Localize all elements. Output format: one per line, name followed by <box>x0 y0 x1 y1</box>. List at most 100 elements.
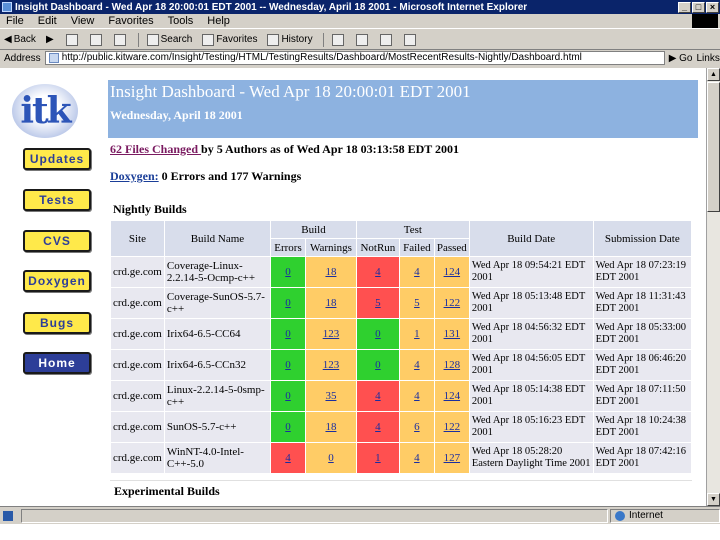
failed-cell[interactable]: 5 <box>399 288 434 318</box>
print-button[interactable] <box>355 33 370 46</box>
status-bar: Internet <box>0 506 720 524</box>
table-row: crd.ge.com Irix64-6.5-CC64 0 123 0 1 131… <box>111 319 691 349</box>
minimize-button[interactable]: _ <box>678 1 691 13</box>
passed-cell[interactable]: 122 <box>434 412 469 442</box>
address-input[interactable]: http://public.kitware.com/Insight/Testin… <box>44 51 665 65</box>
toolbar-separator <box>322 32 324 47</box>
favorites-button[interactable]: Favorites <box>202 33 257 46</box>
refresh-icon <box>89 33 102 46</box>
warnings-cell[interactable]: 18 <box>305 288 356 318</box>
warnings-cell[interactable]: 0 <box>305 443 356 473</box>
nightly-builds-caption: Nightly Builds <box>111 198 691 220</box>
errors-cell[interactable]: 4 <box>271 443 305 473</box>
passed-cell[interactable]: 124 <box>434 257 469 287</box>
failed-cell[interactable]: 6 <box>399 412 434 442</box>
passed-cell[interactable]: 124 <box>434 381 469 411</box>
scroll-thumb[interactable] <box>707 82 720 212</box>
warnings-cell[interactable]: 35 <box>305 381 356 411</box>
links-button[interactable]: Links <box>697 53 720 64</box>
notrun-cell[interactable]: 5 <box>356 288 399 318</box>
passed-cell[interactable]: 122 <box>434 288 469 318</box>
scroll-up-icon[interactable]: ▲ <box>707 68 720 81</box>
site-cell: crd.ge.com <box>111 257 164 287</box>
warnings-cell[interactable]: 18 <box>305 257 356 287</box>
failed-cell[interactable]: 4 <box>399 257 434 287</box>
page-viewport: itk Updates Tests CVS Doxygen Bugs Home … <box>0 68 706 506</box>
table-row: crd.ge.com Coverage-Linux-2.2.14-5-Ocmp-… <box>111 257 691 287</box>
notrun-cell[interactable]: 4 <box>356 412 399 442</box>
stop-icon <box>65 33 78 46</box>
notrun-cell[interactable]: 1 <box>356 443 399 473</box>
tests-button[interactable]: Tests <box>23 189 91 211</box>
build-name-cell: SunOS-5.7-c++ <box>164 412 271 442</box>
notrun-cell[interactable]: 0 <box>356 350 399 380</box>
menu-favorites[interactable]: Favorites <box>108 15 153 27</box>
submission-date-cell: Wed Apr 18 07:42:16 EDT 2001 <box>593 443 691 473</box>
close-button[interactable]: × <box>706 1 719 13</box>
errors-cell[interactable]: 0 <box>271 257 305 287</box>
back-label: Back <box>13 34 36 45</box>
bugs-button[interactable]: Bugs <box>23 312 91 334</box>
back-button[interactable]: ◀ Back <box>4 34 36 45</box>
toolbar: ◀ Back ▶ Search Favorites History <box>0 30 720 50</box>
table-row: crd.ge.com Linux-2.2.14-5-0smp-c++ 0 35 … <box>111 381 691 411</box>
vertical-scrollbar[interactable]: ▲ ▼ <box>706 68 720 506</box>
warnings-cell[interactable]: 123 <box>305 350 356 380</box>
mail-button[interactable] <box>331 33 346 46</box>
refresh-button[interactable] <box>89 33 104 46</box>
search-button[interactable]: Search <box>146 33 192 46</box>
build-date-cell: Wed Apr 18 09:54:21 EDT 2001 <box>469 257 593 287</box>
submission-date-cell: Wed Apr 18 10:24:38 EDT 2001 <box>593 412 691 442</box>
errors-cell[interactable]: 0 <box>271 381 305 411</box>
files-changed-link[interactable]: 62 Files Changed <box>110 142 201 156</box>
passed-cell[interactable]: 131 <box>434 319 469 349</box>
errors-cell[interactable]: 0 <box>271 350 305 380</box>
menu-edit[interactable]: Edit <box>38 15 57 27</box>
build-name-cell: Coverage-Linux-2.2.14-5-Ocmp-c++ <box>164 257 271 287</box>
submission-date-cell: Wed Apr 18 07:11:50 EDT 2001 <box>593 381 691 411</box>
failed-cell[interactable]: 4 <box>399 350 434 380</box>
submission-date-cell: Wed Apr 18 06:46:20 EDT 2001 <box>593 350 691 380</box>
updates-button[interactable]: Updates <box>23 148 91 170</box>
menu-view[interactable]: View <box>71 15 95 27</box>
failed-cell[interactable]: 4 <box>399 381 434 411</box>
menu-help[interactable]: Help <box>207 15 230 27</box>
warnings-cell[interactable]: 18 <box>305 412 356 442</box>
build-name-cell: Irix64-6.5-CC64 <box>164 319 271 349</box>
stop-button[interactable] <box>65 33 80 46</box>
doxygen-link[interactable]: Doxygen: <box>110 169 159 183</box>
menu-bar: File Edit View Favorites Tools Help <box>0 14 720 29</box>
build-date-cell: Wed Apr 18 04:56:32 EDT 2001 <box>469 319 593 349</box>
submission-date-cell: Wed Apr 18 07:23:19 EDT 2001 <box>593 257 691 287</box>
window-title-bar: Insight Dashboard - Wed Apr 18 20:00:01 … <box>0 0 720 14</box>
cvs-button[interactable]: CVS <box>23 230 91 252</box>
notrun-cell[interactable]: 4 <box>356 257 399 287</box>
discuss-button[interactable] <box>403 33 418 46</box>
go-button[interactable]: ▶ Go <box>669 53 693 64</box>
errors-cell[interactable]: 0 <box>271 412 305 442</box>
home-nav-button[interactable]: Home <box>23 352 91 374</box>
menu-tools[interactable]: Tools <box>168 15 194 27</box>
passed-cell[interactable]: 128 <box>434 350 469 380</box>
search-icon <box>146 33 159 46</box>
failed-cell[interactable]: 4 <box>399 443 434 473</box>
passed-cell[interactable]: 127 <box>434 443 469 473</box>
warnings-cell[interactable]: 123 <box>305 319 356 349</box>
history-button[interactable]: History <box>267 33 313 46</box>
errors-cell[interactable]: 0 <box>271 319 305 349</box>
build-name-cell: Coverage-SunOS-5.7-c++ <box>164 288 271 318</box>
doxygen-line: Doxygen: 0 Errors and 177 Warnings <box>110 169 301 184</box>
itk-logo[interactable]: itk <box>12 84 78 138</box>
notrun-cell[interactable]: 4 <box>356 381 399 411</box>
edit-button[interactable] <box>379 33 394 46</box>
forward-button[interactable]: ▶ <box>46 34 56 45</box>
maximize-button[interactable]: □ <box>692 1 705 13</box>
menu-file[interactable]: File <box>6 15 24 27</box>
failed-cell[interactable]: 1 <box>399 319 434 349</box>
notrun-cell[interactable]: 0 <box>356 319 399 349</box>
home-button[interactable] <box>113 33 128 46</box>
scroll-down-icon[interactable]: ▼ <box>707 493 720 506</box>
mail-icon <box>331 33 344 46</box>
doxygen-button[interactable]: Doxygen <box>23 270 91 292</box>
errors-cell[interactable]: 0 <box>271 288 305 318</box>
